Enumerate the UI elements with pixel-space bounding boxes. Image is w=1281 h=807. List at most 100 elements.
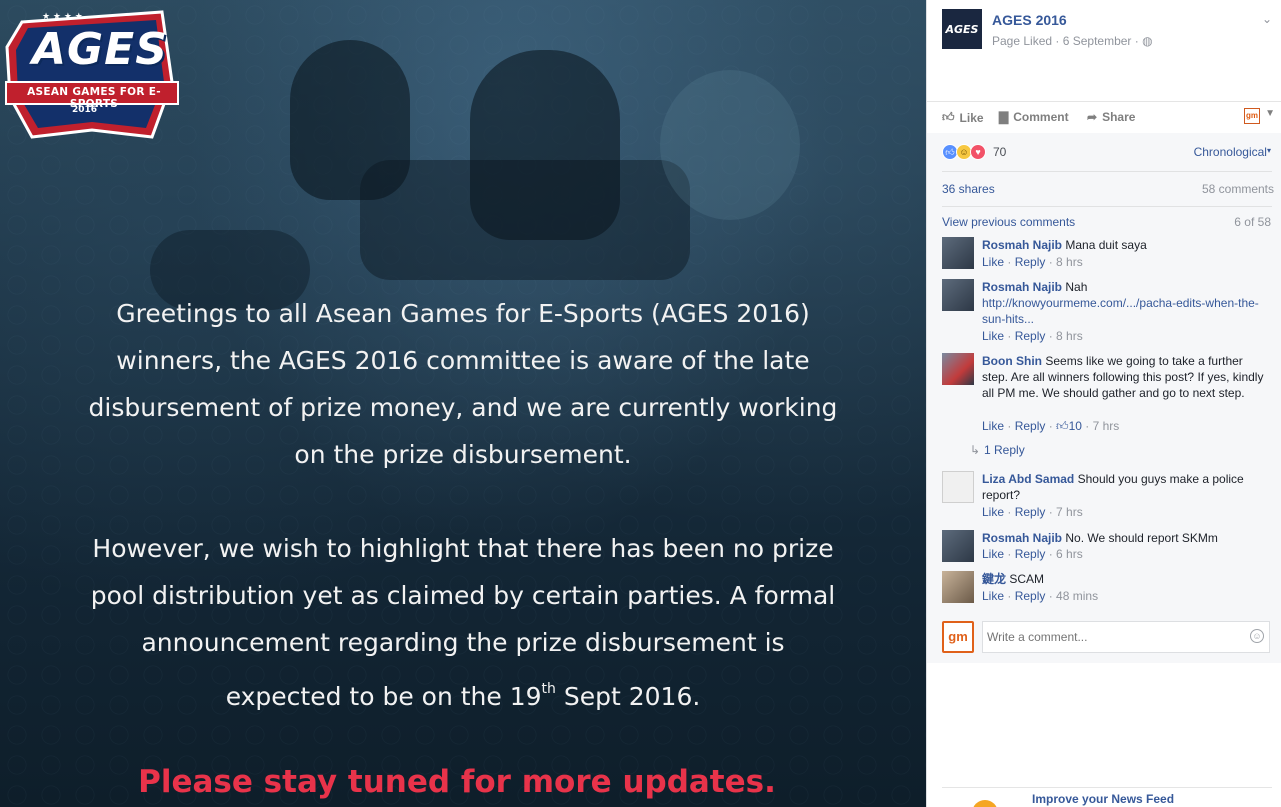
comment-text: Nah (1065, 280, 1088, 294)
commenter-avatar[interactable] (942, 530, 974, 562)
comment-actions: Like · Reply · 8 hrs (982, 329, 1083, 343)
comment-time[interactable]: 8 hrs (1056, 329, 1083, 343)
post-meta-text: Page Liked · 6 September · (992, 34, 1143, 48)
commenter-name[interactable]: Rosmah Najib (982, 531, 1062, 545)
view-replies-link[interactable]: 1 Reply (984, 443, 1025, 457)
comment-actions: Like · Reply · 6 hrs (982, 547, 1083, 561)
ages-logo: ★ ★ ★ ★ AGES ASEAN GAMES FOR E-SPORTS 20… (2, 2, 182, 142)
figure-shoulders (360, 160, 690, 280)
comment-item: Liza Abd Samad Should you guys make a po… (942, 471, 1272, 521)
page-avatar[interactable]: AGES (942, 9, 982, 49)
divider (942, 787, 1272, 788)
comment-body: 鍵龙 SCAM (982, 571, 1272, 587)
comment-reply-link[interactable]: Reply (1015, 505, 1046, 519)
comment-url-link[interactable]: http://knowyourmeme.com/.../pacha-edits-… (982, 295, 1272, 327)
share-label: Share (1102, 110, 1136, 124)
chevron-down-icon[interactable]: ⌄ (1262, 12, 1272, 26)
commenter-name[interactable]: Boon Shin (982, 354, 1042, 368)
comment-text: Mana duit saya (1065, 238, 1147, 252)
comment-order-dropdown[interactable]: Chronological▾ (1194, 145, 1271, 159)
announcement-line: pool distribution yet as claimed by cert… (90, 581, 836, 610)
commenter-name[interactable]: Rosmah Najib (982, 238, 1062, 252)
screen: ★ ★ ★ ★ AGES ASEAN GAMES FOR E-SPORTS 20… (0, 0, 1281, 807)
post-meta: Page Liked · 6 September · ◍ (992, 34, 1153, 48)
reactions-summary[interactable]: 👍︎ ☺ ♥ 70 (942, 144, 1006, 160)
announcement-line: However, we wish to highlight that there… (92, 534, 834, 563)
like-label: Like (959, 110, 984, 125)
comment-like-link[interactable]: Like (982, 589, 1004, 603)
commenter-avatar[interactable] (942, 471, 974, 503)
comment-like-link[interactable]: Like (982, 419, 1004, 433)
commenter-avatar[interactable] (942, 237, 974, 269)
thumbs-up-icon: 👍︎ (1056, 419, 1069, 433)
comments-count[interactable]: 58 comments (1202, 182, 1274, 196)
love-reaction-icon: ♥ (970, 144, 986, 160)
comment-like-link[interactable]: Like (982, 547, 1004, 561)
comment-reply-link[interactable]: Reply (1015, 419, 1046, 433)
logo-title: AGES (32, 24, 168, 75)
svg-text:★ ★ ★ ★: ★ ★ ★ ★ (42, 12, 83, 22)
comment-like-link[interactable]: Like (982, 255, 1004, 269)
post-stats: 36 shares 58 comments (942, 171, 1274, 207)
comment-item: Rosmah Najib Mana duit saya Like · Reply… (942, 237, 1272, 273)
comment-text: No. We should report SKMm (1065, 531, 1218, 545)
reply-arrow-icon: ↳ (970, 443, 981, 457)
comment-item: 鍵龙 SCAM Like · Reply · 48 mins (942, 571, 1272, 607)
like-button[interactable]: 👍︎ Like (942, 110, 984, 125)
comment-time[interactable]: 7 hrs (1056, 505, 1083, 519)
comment-time[interactable]: 7 hrs (1093, 419, 1120, 433)
commenter-avatar[interactable] (942, 571, 974, 603)
announcement-line: disbursement of prize money, and we are … (88, 393, 838, 422)
comment-body: Liza Abd Samad Should you guys make a po… (982, 471, 1272, 503)
post-image[interactable]: ★ ★ ★ ★ AGES ASEAN GAMES FOR E-SPORTS 20… (0, 0, 926, 807)
page-name-link[interactable]: AGES 2016 (992, 12, 1067, 28)
post-actions: 👍︎ Like ▇ Comment ➦ Share gm ▼ (927, 101, 1281, 133)
comment-actions: Like · Reply · 8 hrs (982, 255, 1083, 269)
comment-time[interactable]: 8 hrs (1056, 255, 1083, 269)
comment-actions: Like · Reply · 48 mins (982, 589, 1099, 603)
comment-time[interactable]: 48 mins (1056, 589, 1098, 603)
comment-like-link[interactable]: Like (982, 505, 1004, 519)
commenter-name[interactable]: 鍵龙 (982, 572, 1006, 586)
comment-button[interactable]: ▇ Comment (999, 110, 1069, 124)
comment-reply-link[interactable]: Reply (1015, 547, 1046, 561)
post-side-panel: AGES AGES 2016 Page Liked · 6 September … (926, 0, 1281, 807)
acting-as-avatar[interactable]: gm (1244, 108, 1260, 124)
comment-time[interactable]: 6 hrs (1056, 547, 1083, 561)
write-comment-row: gm ☺ (942, 621, 1272, 653)
reaction-count: 70 (993, 145, 1007, 159)
comment-body: Rosmah Najib Nah http://knowyourmeme.com/… (982, 279, 1272, 327)
comment-order-label: Chronological (1193, 145, 1267, 159)
share-arrow-icon: ➦ (1087, 110, 1098, 124)
comment-item: Rosmah Najib No. We should report SKMm L… (942, 530, 1272, 566)
comment-body: Boon Shin Seems like we going to take a … (982, 353, 1272, 401)
comment-reply-link[interactable]: Reply (1015, 255, 1046, 269)
shares-link[interactable]: 36 shares (942, 182, 995, 196)
write-comment-input[interactable] (982, 621, 1270, 653)
creature-shape (660, 70, 800, 220)
comment-like-count[interactable]: 10 (1069, 419, 1082, 433)
comment-reply-link[interactable]: Reply (1015, 589, 1046, 603)
announcement-line: on the prize disbursement. (294, 440, 632, 469)
date-text-after: Sept 2016. (555, 682, 701, 711)
commenter-avatar[interactable] (942, 353, 974, 385)
commenter-avatar[interactable] (942, 279, 974, 311)
commenter-name[interactable]: Rosmah Najib (982, 280, 1062, 294)
speech-bubble-icon: ▇ (999, 110, 1009, 124)
improve-news-feed-link[interactable]: Improve your News Feed (1032, 792, 1174, 806)
post-header: AGES AGES 2016 Page Liked · 6 September … (942, 9, 1272, 59)
caret-down-icon[interactable]: ▼ (1265, 108, 1275, 119)
announcement-line: winners, the AGES 2016 committee is awar… (116, 346, 810, 375)
comment-actions: Like · Reply · 7 hrs (982, 505, 1083, 519)
view-previous-comments-link[interactable]: View previous comments (942, 215, 1075, 229)
comment-reply-link[interactable]: Reply (1015, 329, 1046, 343)
announcement-line-date: expected to be on the 19th Sept 2016. (0, 666, 926, 720)
announcement-tagline: Please stay tuned for more updates. (138, 764, 776, 800)
commenter-name[interactable]: Liza Abd Samad (982, 472, 1074, 486)
share-button[interactable]: ➦ Share (1087, 110, 1135, 124)
smiley-icon[interactable]: ☺ (1250, 629, 1264, 643)
comment-body: Rosmah Najib No. We should report SKMm (982, 530, 1272, 546)
comment-like-link[interactable]: Like (982, 329, 1004, 343)
thumbs-up-icon: 👍︎ (942, 110, 955, 124)
comment-item: Rosmah Najib Nah http://knowyourmeme.com/… (942, 279, 1272, 345)
